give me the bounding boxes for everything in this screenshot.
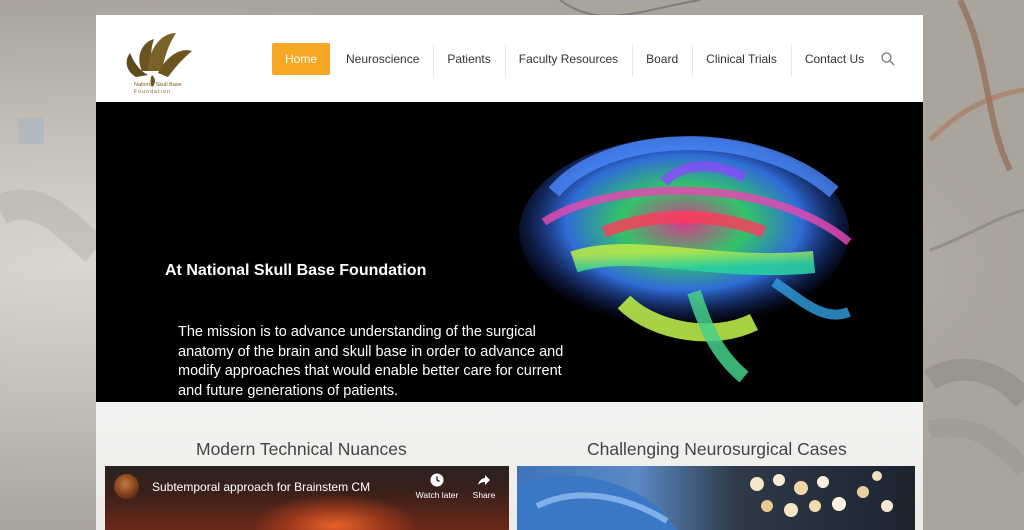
video-player[interactable]: Subtemporal approach for Brainstem CM Wa… [105,466,509,530]
section-title-technical-nuances: Modern Technical Nuances [196,439,407,459]
site-header: National Skull Base Foundation Home Neur… [96,15,923,102]
search-icon[interactable] [880,51,896,67]
watch-later-label: Watch later [415,490,459,500]
hero-title: At National Skull Base Foundation [165,262,427,279]
main-nav: Home Neuroscience Patients Faculty Resou… [272,43,878,77]
nav-patients[interactable]: Patients [433,43,504,77]
clock-icon [430,473,444,487]
nav-board[interactable]: Board [632,43,692,77]
channel-avatar[interactable] [114,474,139,499]
share-arrow-icon [478,475,490,485]
share-button[interactable]: Share [469,473,499,500]
nav-neuroscience[interactable]: Neuroscience [332,43,433,75]
nav-home[interactable]: Home [272,43,331,75]
logo-text-line1: National Skull Base [134,82,182,88]
nav-contact-us[interactable]: Contact Us [790,43,878,77]
section-title-neurosurgical-cases: Challenging Neurosurgical Cases [587,439,847,459]
nav-faculty-resources[interactable]: Faculty Resources [504,43,632,77]
video-title[interactable]: Subtemporal approach for Brainstem CM [152,480,370,494]
mission-statement: The mission is to advance understanding … [178,324,564,399]
neurosurgical-case-image[interactable] [517,466,915,530]
surgical-lights-image [517,471,893,530]
video-thumbnail [255,496,415,530]
share-label: Share [472,490,496,500]
page-container: National Skull Base Foundation Home Neur… [96,15,923,530]
watch-later-button[interactable]: Watch later [413,473,461,500]
logo-text-line2: Foundation [134,89,172,95]
featured-sections: Modern Technical Nuances Challenging Neu… [96,402,923,530]
hero-banner: At National Skull Base Foundation The mi… [96,102,923,402]
nav-clinical-trials[interactable]: Clinical Trials [692,43,791,77]
